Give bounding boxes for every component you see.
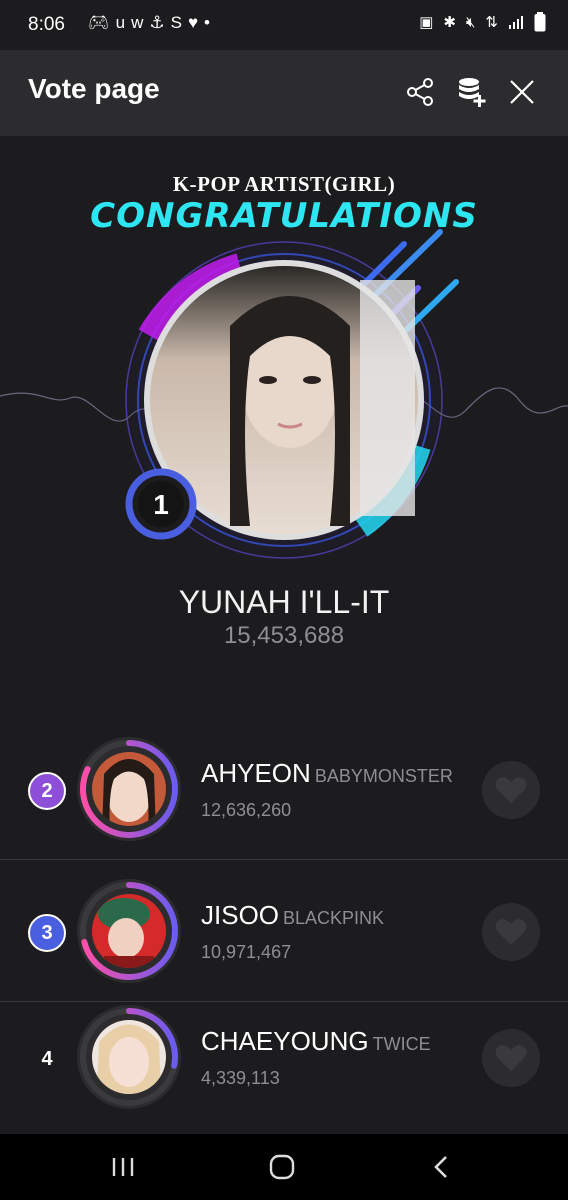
avatar [77, 1005, 181, 1109]
app-header: Vote page [0, 50, 568, 136]
u-icon: u [115, 13, 132, 32]
rank-badge: 3 [28, 914, 66, 952]
artist-name-text: AHYEON [201, 758, 311, 788]
artist-group: BLACKPINK [283, 908, 385, 928]
ranking-row[interactable]: 2 AHYEON BABYMONSTER 12,636,260 [0, 718, 568, 860]
heart-icon [495, 777, 527, 803]
vote-heart-button[interactable] [482, 903, 540, 961]
close-icon [510, 80, 534, 104]
avatar [77, 737, 181, 841]
heart-icon: ♥ [187, 13, 205, 32]
battery-icon [534, 12, 546, 32]
vote-heart-button[interactable] [482, 761, 540, 819]
share-icon [407, 78, 433, 106]
heart-icon [495, 1045, 527, 1071]
home-icon [269, 1154, 295, 1180]
bluetooth-icon: ✱ [443, 14, 456, 31]
w-icon: w [131, 13, 150, 32]
artist-name: CHAEYOUNG TWICE [201, 1026, 431, 1057]
dot-icon: • [204, 13, 216, 32]
page-title: Vote page [28, 73, 160, 104]
signal-icon [509, 16, 523, 29]
avatar [77, 879, 181, 983]
artist-name: JISOO BLACKPINK [201, 900, 384, 931]
shazam-icon: S [170, 13, 188, 32]
app-root: 8:06 🎮︎uw⚓︎S♥• ▣ ✱ 🔇︎ ⇅ Vote page K-POP … [0, 0, 568, 1200]
artist-name-text: CHAEYOUNG [201, 1026, 369, 1056]
back-button[interactable] [396, 1134, 486, 1200]
system-nav-bar [0, 1134, 568, 1200]
winner-votes: 15,453,688 [223, 622, 345, 649]
artist-name: AHYEON BABYMONSTER [201, 758, 453, 789]
winner-hero: K-POP ARTIST(GIRL) CONGRATULATIONS 1 YUN… [0, 136, 568, 706]
category-title: K-POP ARTIST(GIRL) [172, 172, 396, 196]
heart-icon [495, 919, 527, 945]
close-button[interactable] [498, 68, 546, 116]
nfc-icon: ▣ [419, 14, 434, 31]
winner-name: YUNAH I'LL-IT [178, 584, 390, 620]
game-controller-icon: 🎮︎ [88, 13, 116, 32]
rank-number: 4 [41, 1048, 53, 1070]
recents-icon [112, 1158, 134, 1176]
notification-icons: 🎮︎uw⚓︎S♥• [88, 13, 216, 33]
recents-button[interactable] [78, 1134, 168, 1200]
data-icon: ⇅ [485, 14, 498, 31]
artist-group: TWICE [372, 1034, 431, 1054]
vote-heart-button[interactable] [482, 1029, 540, 1087]
rank-1-number: 1 [153, 489, 169, 520]
mute-icon: 🔇︎ [465, 13, 476, 31]
status-time: 8:06 [28, 14, 65, 35]
add-database-button[interactable] [448, 68, 496, 116]
share-button[interactable] [396, 68, 444, 116]
anchor-icon: ⚓︎ [149, 13, 171, 32]
add-database-icon [459, 78, 486, 107]
artist-group: BABYMONSTER [314, 766, 453, 786]
artist-name-text: JISOO [201, 900, 280, 930]
ranking-row[interactable]: 3 JISOO BLACKPINK 10,971,467 [0, 860, 568, 1002]
rank-badge: 2 [28, 772, 66, 810]
home-button[interactable] [237, 1134, 327, 1200]
ranking-row[interactable]: 4 CHAEYOUNG TWICE 4,339,113 [0, 1002, 568, 1144]
winner-graphic: 1 [0, 226, 568, 575]
artist-votes: 4,339,113 [201, 1068, 280, 1088]
artist-votes: 12,636,260 [201, 800, 292, 820]
status-bar: 8:06 🎮︎uw⚓︎S♥• ▣ ✱ 🔇︎ ⇅ [0, 0, 568, 50]
artist-votes: 10,971,467 [201, 942, 292, 962]
back-icon [434, 1156, 447, 1178]
system-icons: ▣ ✱ 🔇︎ ⇅ [419, 12, 546, 32]
